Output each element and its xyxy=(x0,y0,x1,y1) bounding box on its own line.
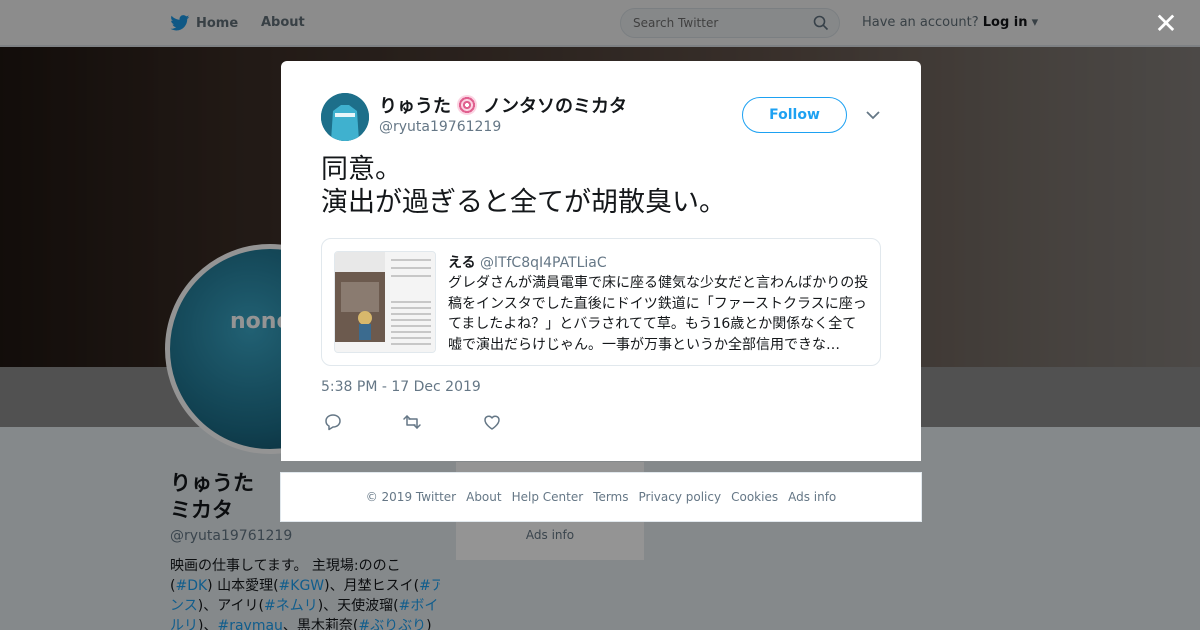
quoted-tweet-thumbnail[interactable] xyxy=(334,251,436,353)
author-name-suffix: ノンタソのミカタ xyxy=(483,96,627,117)
quoted-text-line: 稿をインスタでした直後にドイツ鉄道に「ファーストクラスに座っ xyxy=(448,295,867,312)
footer-copyright: © 2019 Twitter xyxy=(365,490,457,504)
tweet-author-avatar[interactable] xyxy=(321,93,369,141)
tweet-text: 同意。 演出が過ぎると全てが胡散臭い。 xyxy=(321,153,891,219)
chevron-down-icon[interactable] xyxy=(865,107,881,123)
footer-cookies-link[interactable]: Cookies xyxy=(731,490,778,504)
author-name-text: りゅうた xyxy=(379,96,451,117)
like-heart-icon[interactable] xyxy=(482,412,502,432)
thumbnail-image xyxy=(335,252,435,352)
quoted-author-name: える xyxy=(448,255,476,271)
quoted-tweet-card[interactable]: える @lTfC8qI4PATLiaC グレダさんが満員電車で床に座る健気な少女… xyxy=(321,238,881,366)
modal-footer: © 2019 Twitter About Help Center Terms P… xyxy=(280,472,922,522)
close-icon[interactable]: ✕ xyxy=(1154,10,1178,38)
quoted-author-handle: @lTfC8qI4PATLiaC xyxy=(480,255,607,271)
quoted-tweet-header: える @lTfC8qI4PATLiaC xyxy=(448,252,607,272)
tweet-author-name[interactable]: りゅうた ノンタソのミカタ xyxy=(379,92,627,118)
quoted-text-line: グレダさんが満員電車で床に座る健気な少女だと言わんばかりの投 xyxy=(448,275,869,291)
tweet-modal: りゅうた ノンタソのミカタ @ryuta19761219 Follow 同意。 … xyxy=(281,61,921,461)
footer-privacy-link[interactable]: Privacy policy xyxy=(639,490,722,504)
tweet-timestamp[interactable]: 5:38 PM - 17 Dec 2019 xyxy=(321,379,481,395)
quoted-text-line: てましたよね？」とバラされてて草。もう16歳とか関係なく全て xyxy=(448,316,857,332)
quoted-tweet-text: グレダさんが満員電車で床に座る健気な少女だと言わんばかりの投 稿をインスタでした… xyxy=(448,273,872,355)
retweet-icon[interactable] xyxy=(402,412,422,432)
footer-terms-link[interactable]: Terms xyxy=(593,490,628,504)
footer-ads-link[interactable]: Ads info xyxy=(788,490,836,504)
avatar-image xyxy=(321,93,369,141)
footer-help-link[interactable]: Help Center xyxy=(512,490,584,504)
quoted-text-line: 嘘で演出だらけじゃん。一事が万事というか全部信用できな… xyxy=(448,336,840,353)
tweet-author-handle[interactable]: @ryuta19761219 xyxy=(379,119,501,135)
reply-icon[interactable] xyxy=(323,412,343,432)
overlay-top xyxy=(0,0,1200,47)
tweet-text-line: 同意。 xyxy=(321,154,402,185)
follow-button[interactable]: Follow xyxy=(742,97,847,133)
tweet-text-line: 演出が過ぎると全てが胡散臭い。 xyxy=(321,187,726,218)
footer-about-link[interactable]: About xyxy=(466,490,501,504)
spiral-emoji-icon xyxy=(457,95,477,115)
